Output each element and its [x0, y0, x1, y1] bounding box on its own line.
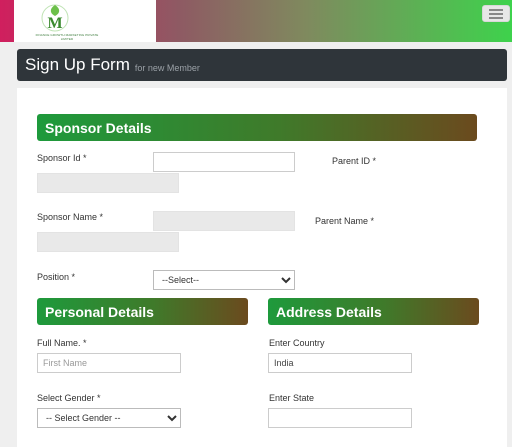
- first-name-input[interactable]: [37, 353, 181, 373]
- hamburger-menu-button[interactable]: [482, 5, 510, 22]
- parent-name-label: Parent Name *: [315, 216, 375, 226]
- top-banner: M FINANCE GROWTH MARKETING PRIVATE LIMIT…: [0, 0, 512, 42]
- hamburger-line-icon: [489, 16, 503, 19]
- parent-id-label: Parent ID *: [332, 156, 377, 166]
- state-label: Enter State: [269, 393, 315, 403]
- page-header: Sign Up Form for new Member: [17, 49, 507, 81]
- gender-label: Select Gender *: [37, 393, 101, 403]
- address-details-heading: Address Details: [268, 298, 479, 325]
- logo-letter: M: [47, 15, 62, 32]
- sponsor-id-label: Sponsor Id *: [37, 153, 87, 163]
- logo-tagline: FINANCE GROWTH MARKETING PRIVATE LIMITED: [35, 33, 99, 41]
- position-label: Position *: [37, 272, 76, 282]
- parent-id-field: [37, 173, 179, 193]
- page-title: Sign Up Form: [25, 55, 130, 74]
- sponsor-details-heading: Sponsor Details: [37, 114, 477, 141]
- hamburger-line-icon: [489, 8, 503, 11]
- personal-details-heading: Personal Details: [37, 298, 248, 325]
- parent-name-field: [37, 232, 179, 252]
- sponsor-id-input[interactable]: [153, 152, 295, 172]
- logo[interactable]: M FINANCE GROWTH MARKETING PRIVATE LIMIT…: [14, 0, 156, 42]
- full-name-label: Full Name. *: [37, 338, 87, 348]
- logo-leaf-icon: M: [41, 4, 69, 32]
- signup-form: Sponsor Details Sponsor Id * Parent ID *…: [17, 88, 507, 447]
- state-input[interactable]: [268, 408, 412, 428]
- gender-select[interactable]: -- Select Gender --: [37, 408, 181, 428]
- sponsor-name-field: [153, 211, 295, 231]
- country-label: Enter Country: [269, 338, 325, 348]
- page-subtitle: for new Member: [134, 63, 200, 73]
- hamburger-line-icon: [489, 12, 503, 15]
- country-input[interactable]: [268, 353, 412, 373]
- sponsor-name-label: Sponsor Name *: [37, 212, 104, 222]
- position-select[interactable]: --Select--: [153, 270, 295, 290]
